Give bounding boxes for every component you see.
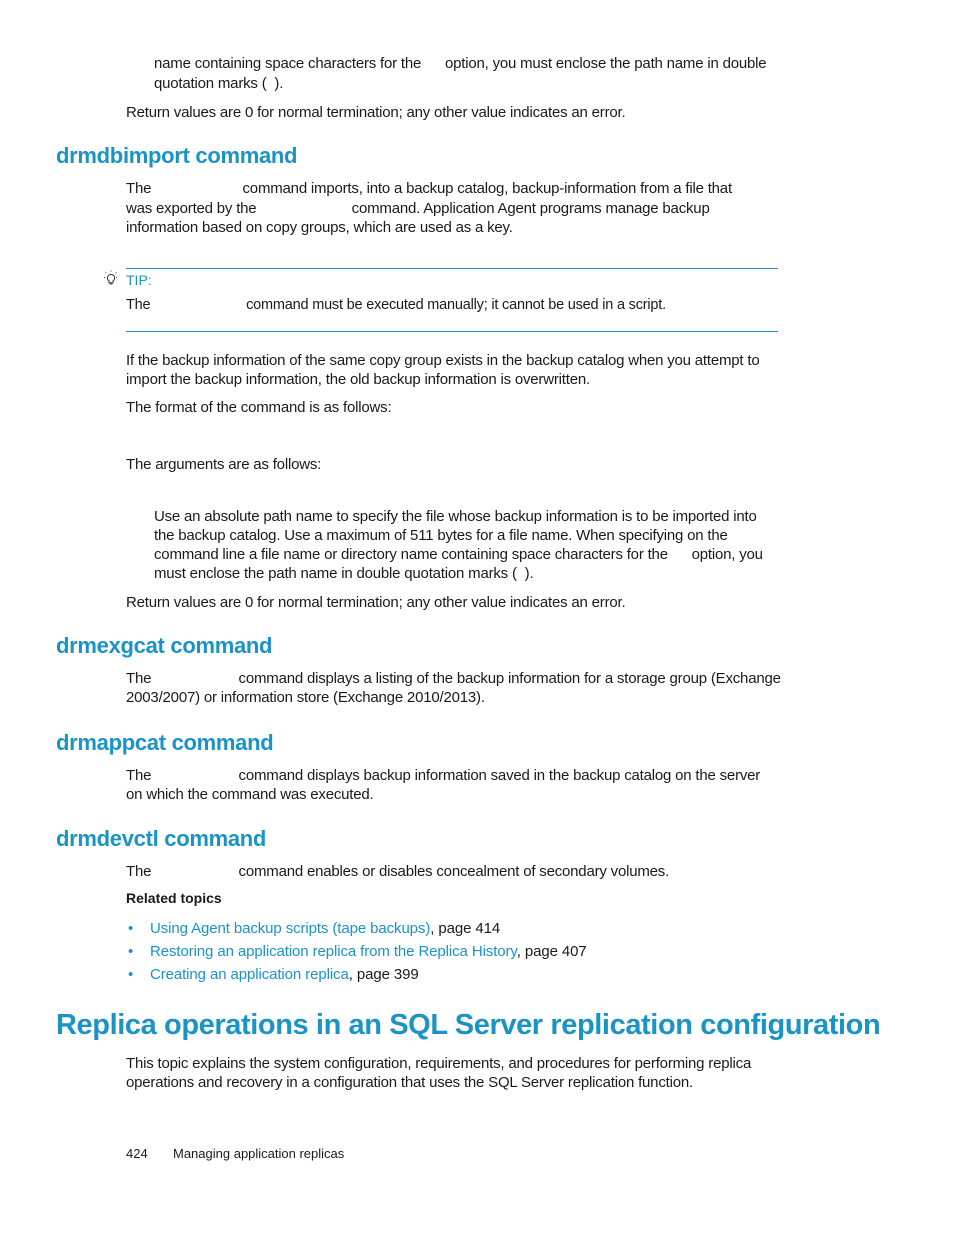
drmappcat-line2: on which the command was executed. [126, 786, 374, 803]
replica-section-line1: This topic explains the system configura… [126, 1055, 752, 1072]
drmdbimport-heading: drmdbimport command [56, 143, 298, 168]
related-topic-page: , page 407 [516, 943, 587, 960]
drmexgcat-line1: The command displays a listing of the ba… [126, 670, 781, 687]
drmexgcat-heading: drmexgcat command [56, 633, 273, 658]
drmappcat-heading: drmappcat command [56, 730, 274, 755]
related-topic-item: • Using Agent backup scripts (tape backu… [126, 917, 587, 940]
chapter-title: Managing application replicas [173, 1146, 345, 1161]
related-topics-list: • Using Agent backup scripts (tape backu… [126, 917, 587, 986]
arg-desc-line4: must enclose the path name in double quo… [154, 565, 534, 582]
replica-section-line2: operations and recovery in a configurati… [126, 1074, 693, 1091]
args-intro: The arguments are as follows: [126, 456, 322, 473]
lightbulb-icon [102, 270, 120, 293]
drmdevctl-line1: The command enables or disables concealm… [126, 863, 670, 880]
related-topic-page: , page 399 [348, 966, 419, 983]
page-number: 424 [126, 1146, 148, 1161]
related-topic-link[interactable]: Creating an application replica [150, 966, 349, 983]
arg-desc-line1: Use an absolute path name to specify the… [154, 508, 757, 525]
drmappcat-line1: The command displays backup information … [126, 767, 761, 784]
tip-text: The command must be executed manually; i… [126, 297, 666, 313]
related-topic-page: , page 414 [430, 920, 501, 937]
replica-section-heading: Replica operations in an SQL Server repl… [56, 1009, 881, 1041]
drmdevctl-heading: drmdevctl command [56, 826, 267, 851]
related-topic-link[interactable]: Restoring an application replica from th… [150, 943, 517, 960]
drmdbimport-para1-line2: was exported by the command. Application… [126, 200, 710, 217]
drmdbimport-para1-line3: information based on copy groups, which … [126, 219, 513, 236]
format-intro: The format of the command is as follows: [126, 399, 392, 416]
bullet-icon: • [128, 920, 134, 937]
intro-line-2: quotation marks ( ). [154, 75, 284, 92]
bullet-icon: • [128, 966, 134, 983]
drmdbimport-para2-line2: import the backup information, the old b… [126, 371, 590, 388]
tip-label: TIP: [126, 272, 152, 288]
drmdbimport-return-values: Return values are 0 for normal terminati… [126, 594, 626, 611]
drmdbimport-para2-line1: If the backup information of the same co… [126, 352, 760, 369]
intro-return-values: Return values are 0 for normal terminati… [126, 104, 626, 121]
related-topic-item: • Creating an application replica, page … [126, 963, 587, 986]
intro-line-1: name containing space characters for the… [154, 55, 767, 72]
related-topic-item: • Restoring an application replica from … [126, 940, 587, 963]
related-topics-label: Related topics [126, 890, 222, 906]
bullet-icon: • [128, 943, 134, 960]
tip-top-rule [126, 268, 778, 269]
related-topic-link[interactable]: Using Agent backup scripts (tape backups… [150, 920, 430, 937]
tip-bottom-rule [126, 331, 778, 332]
drmexgcat-line2: 2003/2007) or information store (Exchang… [126, 689, 485, 706]
drmdbimport-para1-line1: The command imports, into a backup catal… [126, 180, 732, 197]
arg-desc-line2: the backup catalog. Use a maximum of 511… [154, 527, 728, 544]
arg-desc-line3: command line a file name or directory na… [154, 546, 763, 563]
